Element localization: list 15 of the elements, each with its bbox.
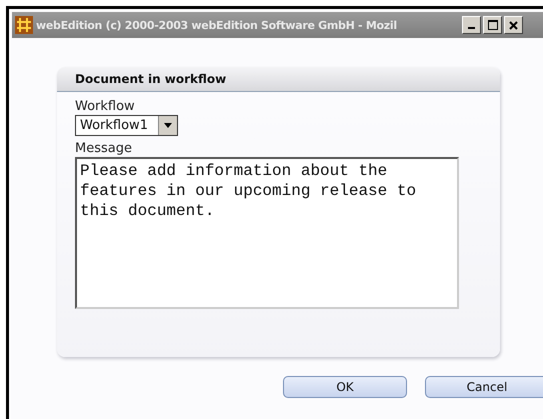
workflow-dropdown[interactable]: Workflow1 [75,115,178,136]
close-button[interactable] [504,16,523,34]
workflow-label: Workflow [75,99,135,115]
maximize-icon [488,20,498,30]
caret-icon [164,123,172,128]
ok-button[interactable]: OK [283,376,407,398]
message-field[interactable]: Please add information about the features in our upcoming release to this document. [75,157,459,309]
panel-title: Document in workflow [75,72,226,86]
app-icon [15,16,33,34]
message-label: Message [75,141,132,157]
maximize-button[interactable] [483,16,502,34]
window-title: webEdition (c) 2000-2003 webEdition Software GmbH - Mozil [36,18,398,32]
close-icon [509,20,518,30]
cancel-button[interactable]: Cancel [425,376,543,398]
minimize-button[interactable] [462,16,481,34]
